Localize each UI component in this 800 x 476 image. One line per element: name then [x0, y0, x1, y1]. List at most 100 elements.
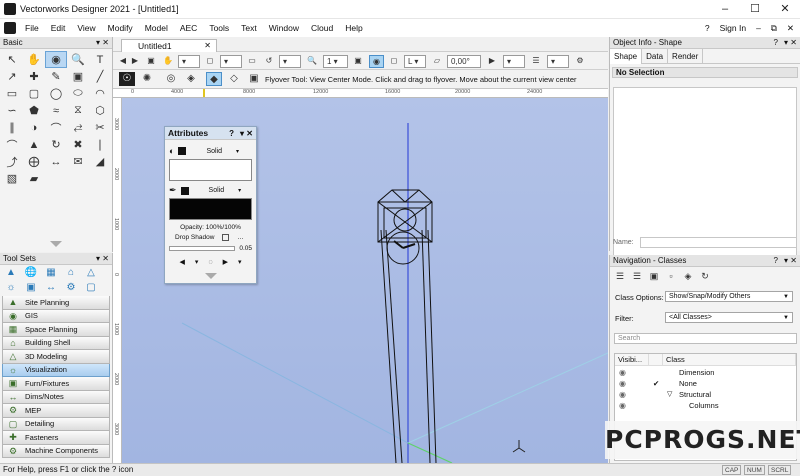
arrowhead-style-icon[interactable]: ◌ [208, 259, 212, 266]
opacity-label[interactable]: Opacity: 100%/100% [169, 224, 252, 231]
view-center-icon[interactable]: ◎ [163, 72, 179, 86]
toolset-dims-notes[interactable]: ↔ Dims/Notes [2, 390, 110, 404]
toolset-dims-icon[interactable]: ↔ [43, 282, 59, 294]
saved-views-dropdown[interactable]: ▾ [547, 55, 569, 68]
palette-close-icon[interactable]: ✕ [246, 127, 253, 140]
eyedropper-tool-icon[interactable]: ✎ [45, 68, 67, 85]
dimension-tool-icon[interactable]: ↔ [45, 153, 67, 170]
nav-layers-icon[interactable]: ☰ [630, 270, 644, 282]
spiral-tool-icon[interactable]: ⧖ [67, 102, 89, 119]
zoom-tool-icon[interactable]: 🔍 [67, 51, 89, 68]
organization-icon[interactable]: ☰ [529, 55, 543, 68]
reshape-tool-icon[interactable]: ↗ [1, 68, 23, 85]
palette-scroll-down-icon[interactable] [205, 273, 217, 279]
arrow-end-dropdown-icon[interactable]: ▾ [238, 258, 242, 266]
selection-tool-icon[interactable]: ↖ [1, 51, 23, 68]
oval-tool-icon[interactable]: ⬭ [67, 85, 89, 102]
menu-tools[interactable]: Tools [203, 19, 235, 37]
class-row[interactable]: ◉ ✔ None [615, 378, 796, 389]
visibility-eye-icon[interactable]: ◉ [619, 367, 626, 378]
flyover-alt-mode-icon[interactable]: ◇ [226, 72, 242, 86]
fill-style-icon[interactable]: ◐ [169, 146, 174, 156]
line-weight-value[interactable]: 0.05 [239, 245, 252, 252]
hexagon-tool-icon[interactable]: ⬡ [89, 102, 111, 119]
zoom-lens-icon[interactable]: 🔍 [305, 55, 319, 68]
document-menu-icon[interactable] [4, 22, 16, 34]
visibility-eye-icon[interactable]: ◉ [619, 389, 626, 400]
doc-minimize-button[interactable]: – [756, 19, 761, 37]
palette-menu-icon[interactable]: ▾ [240, 127, 244, 140]
circle-tool-icon[interactable]: ◯ [45, 85, 67, 102]
flyover-preferences-icon[interactable]: ▣ [246, 72, 262, 86]
maximize-button[interactable]: ☐ [740, 0, 770, 19]
pen-dropdown-icon[interactable]: ▾ [238, 187, 241, 194]
sign-in-link[interactable]: Sign In [720, 19, 746, 37]
line-tool-icon[interactable]: ╱ [89, 68, 111, 85]
pen-color-swatch[interactable] [180, 186, 189, 195]
arrow-end-icon[interactable]: ▶ [223, 258, 228, 266]
section-tool-icon[interactable]: ◢ [89, 153, 111, 170]
menu-file[interactable]: File [19, 19, 45, 37]
menu-cloud[interactable]: Cloud [305, 19, 339, 37]
trim-tool-icon[interactable]: ✖ [67, 136, 89, 153]
doc-restore-button[interactable]: ⧉ [771, 19, 777, 37]
polyline-tool-icon[interactable]: ∽ [1, 102, 23, 119]
menu-model[interactable]: Model [139, 19, 174, 37]
help-icon[interactable]: ? [774, 255, 778, 267]
palette-menu-icon[interactable]: ▾ [784, 255, 788, 267]
toolset-mep[interactable]: ⚙ MEP [2, 404, 110, 418]
projection-dropdown[interactable]: ▾ [220, 55, 242, 68]
scale-dropdown[interactable]: L ▾ [404, 55, 426, 68]
layer-options-icon[interactable]: ▣ [351, 55, 365, 68]
palette-menu-icon[interactable]: ▾ [96, 37, 100, 49]
toolset-render-icon[interactable]: ☼ [3, 282, 19, 294]
polygon-tool-icon[interactable]: ⬟ [23, 102, 45, 119]
nav-classes-icon[interactable]: ☰ [613, 270, 627, 282]
wall-tool-icon[interactable]: ▧ [1, 170, 23, 187]
arrow-start-dropdown-icon[interactable]: ▾ [195, 258, 199, 266]
toolset-site-icon[interactable]: ▲ [3, 267, 19, 279]
column-class[interactable]: Class [663, 354, 796, 366]
menu-window[interactable]: Window [263, 19, 305, 37]
toolset-space-icon[interactable]: ▦ [43, 267, 59, 279]
forward-arrow-icon[interactable]: ▶ [130, 55, 140, 68]
toolset-building-icon[interactable]: ⌂ [63, 267, 79, 279]
back-arrow-icon[interactable]: ◀ [118, 55, 128, 68]
document-tab-close-icon[interactable]: ✕ [204, 40, 211, 52]
line-weight-slider[interactable] [169, 246, 236, 251]
pen-style-label[interactable]: Solid [209, 187, 225, 194]
arrow-start-icon[interactable]: ◀ [180, 258, 185, 266]
offset-tool-icon[interactable]: ⥄ [67, 119, 89, 136]
connect-tool-icon[interactable]: ⤴ [1, 153, 23, 170]
pie-tool-icon[interactable]: ◑ [23, 119, 45, 136]
clip-cube-icon[interactable]: ◻ [387, 55, 401, 68]
column-visibility[interactable]: Visibi... [615, 354, 649, 366]
menu-help[interactable]: Help [339, 19, 368, 37]
toolset-detailing[interactable]: ▢ Detailing [2, 417, 110, 431]
pan-tool-icon[interactable]: ✋ [23, 51, 45, 68]
palette-close-icon[interactable]: ✕ [102, 37, 109, 49]
view-settings-icon[interactable]: ⚙ [573, 55, 587, 68]
document-tab[interactable]: Untitled1 ✕ [121, 39, 217, 52]
toolset-site-planning[interactable]: ▲ Site Planning [2, 296, 110, 310]
help-icon[interactable]: ? [705, 19, 710, 37]
plane-icon[interactable]: ▱ [430, 55, 444, 68]
tab-data[interactable]: Data [642, 48, 669, 64]
menu-text[interactable]: Text [235, 19, 263, 37]
nav-references-icon[interactable]: ◈ [681, 270, 695, 282]
rectangle-tool-icon[interactable]: ▭ [1, 85, 23, 102]
object-center-icon[interactable]: ✺ [139, 72, 155, 86]
drop-shadow-options-icon[interactable]: … [237, 234, 244, 241]
close-button[interactable]: ✕ [770, 0, 800, 19]
tab-shape[interactable]: Shape [610, 48, 643, 64]
class-row[interactable]: ◉ Dimension [615, 367, 796, 378]
view-cube-icon[interactable]: ▭ [245, 55, 259, 68]
palette-menu-icon[interactable]: ▾ [784, 37, 788, 49]
class-row[interactable]: ◉ Columns [615, 400, 796, 411]
filter-dropdown[interactable]: <All Classes> ▼ [665, 312, 793, 323]
pen-style-icon[interactable]: ✒ [169, 185, 177, 196]
fillet-tool-icon[interactable]: ⌒ [1, 136, 23, 153]
double-line-tool-icon[interactable]: ∥ [1, 119, 23, 136]
toolset-3d-modeling[interactable]: △ 3D Modeling [2, 350, 110, 364]
tab-render[interactable]: Render [668, 48, 704, 64]
